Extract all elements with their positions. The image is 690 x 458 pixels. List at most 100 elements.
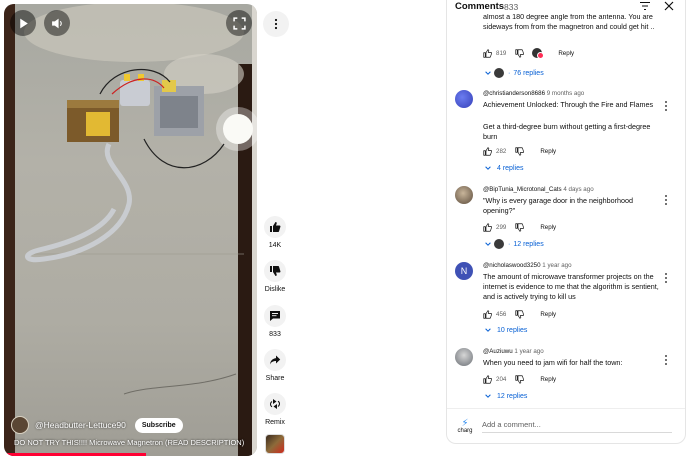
chevron-down-icon [485,242,491,246]
chevron-down-icon [485,394,491,398]
comments-button[interactable] [264,305,286,327]
comment-actions: 282 Reply [483,147,556,156]
share-label: Share [265,375,285,382]
thumb-down-icon[interactable] [515,223,525,232]
thumb-up-icon[interactable] [483,147,492,156]
thumb-up-icon[interactable] [483,310,492,319]
reply-button[interactable]: Reply [540,376,556,383]
remix-icon [270,399,280,409]
like-count: 282 [496,148,507,155]
view-replies-button[interactable]: · 76 replies [484,68,544,78]
thumb-up-icon [270,222,281,232]
comments-header: Comments 833 [447,0,685,14]
thumb-up-icon[interactable] [483,375,492,384]
play-icon [19,18,28,28]
reply-button[interactable]: Reply [540,224,556,231]
add-comment-row: ⚡ charg [447,408,685,443]
channel-handle[interactable]: @Headbutter-Lettuce90 [35,420,126,430]
fullscreen-icon [232,16,246,30]
comment-text: When you need to jam wifi for half the t… [483,358,623,367]
channel-avatar[interactable] [11,416,29,434]
comment-icon [270,311,280,321]
video-progress-bar[interactable] [4,453,146,456]
comment-handle[interactable]: @Auziuwu [483,348,513,355]
view-replies-button[interactable]: 10 replies [484,326,527,334]
like-button[interactable] [264,216,286,238]
comment-avatar[interactable]: N [455,262,473,280]
like-count: 204 [496,376,507,383]
comment-avatar[interactable] [455,348,473,366]
replies-count: 12 replies [513,240,544,248]
share-icon [270,355,281,365]
reply-button[interactable]: Reply [558,50,574,57]
share-button[interactable] [264,349,286,371]
bolt-icon: ⚡ [461,418,469,429]
more-options-button[interactable] [263,11,289,37]
comment-actions: 299 Reply [483,223,556,232]
comment-count: 833 [269,331,281,338]
comment-handle[interactable]: @BipTunia_Microtonal_Cats [483,186,562,193]
comment-body: @Auziuwu 1 year ago When you need to jam… [483,348,663,368]
view-replies-button[interactable]: 4 replies [484,164,523,172]
comment-avatar[interactable] [455,186,473,204]
reply-button[interactable]: Reply [540,311,556,318]
add-comment-input[interactable] [482,418,672,433]
video-player[interactable]: @Headbutter-Lettuce90 Subscribe DO NOT T… [4,4,257,456]
view-replies-button[interactable]: · 12 replies [484,239,544,249]
comment-actions: 204 Reply [483,375,556,384]
share-action: Share [262,349,288,382]
creator-heart-badge [532,48,545,59]
like-count: 456 [496,311,507,318]
thumb-down-icon[interactable] [515,375,525,384]
reply-avatar [494,239,504,249]
reply-button[interactable]: Reply [540,148,556,155]
volume-button[interactable] [44,10,70,36]
comment-age: 9 months ago [546,90,585,97]
comment-text: Achievement Unlocked: Through the Fire a… [483,100,654,109]
video-title[interactable]: DO NOT TRY THIS!!!! Microwave Magnetron … [14,438,244,447]
comment-age: 1 year ago [542,262,572,269]
thumb-down-icon[interactable] [515,48,525,58]
comment-text-continued: Get a third-degree burn without getting … [483,122,651,141]
more-vert-icon[interactable] [663,194,669,206]
comment-handle[interactable]: @christianderson8686 [483,90,545,97]
comment-text: "Why is every garage door in the neighbo… [483,196,633,215]
comment-avatar[interactable] [455,90,473,108]
replies-count: 4 replies [497,164,524,172]
shorts-page: @Headbutter-Lettuce90 Subscribe DO NOT T… [0,0,690,458]
subscribe-button[interactable]: Subscribe [134,417,183,433]
thumb-up-icon[interactable] [483,223,492,232]
comment-handle[interactable]: @nicholaswood3250 [483,262,541,269]
sort-icon[interactable] [639,0,651,12]
close-icon[interactable] [663,0,675,12]
remix-label: Remix [265,419,285,426]
more-vert-icon[interactable] [663,100,669,112]
comment-body: @BipTunia_Microtonal_Cats 4 days ago "Wh… [483,186,663,216]
replies-count: 10 replies [497,326,528,334]
sound-thumbnail[interactable] [265,434,285,454]
fullscreen-button[interactable] [226,10,252,36]
comment-body: @nicholaswood3250 1 year ago The amount … [483,262,663,302]
view-replies-button[interactable]: 12 replies [484,392,527,400]
like-count: 14K [268,242,282,249]
thumb-down-icon[interactable] [515,310,525,319]
dislike-button[interactable] [264,260,286,282]
like-count: 299 [496,224,507,231]
more-vert-icon [274,18,278,30]
more-vert-icon[interactable] [663,272,669,284]
dislike-label: Dislike [264,286,286,293]
comment-age: 1 year ago [514,348,544,355]
volume-icon [51,18,62,28]
chevron-down-icon [485,166,491,170]
comments-list: almost a 180 degree angle from the anten… [447,14,685,408]
thumb-down-icon[interactable] [515,147,525,156]
chevron-down-icon [485,71,491,75]
thumb-up-icon[interactable] [483,48,492,58]
play-button[interactable] [10,10,36,36]
remix-action: Remix [262,393,288,426]
comment-text: almost a 180 degree angle from the anten… [483,14,655,31]
user-label: charg [457,428,473,434]
more-vert-icon[interactable] [663,354,669,366]
replies-count: 12 replies [497,392,528,400]
remix-button[interactable] [264,393,286,415]
